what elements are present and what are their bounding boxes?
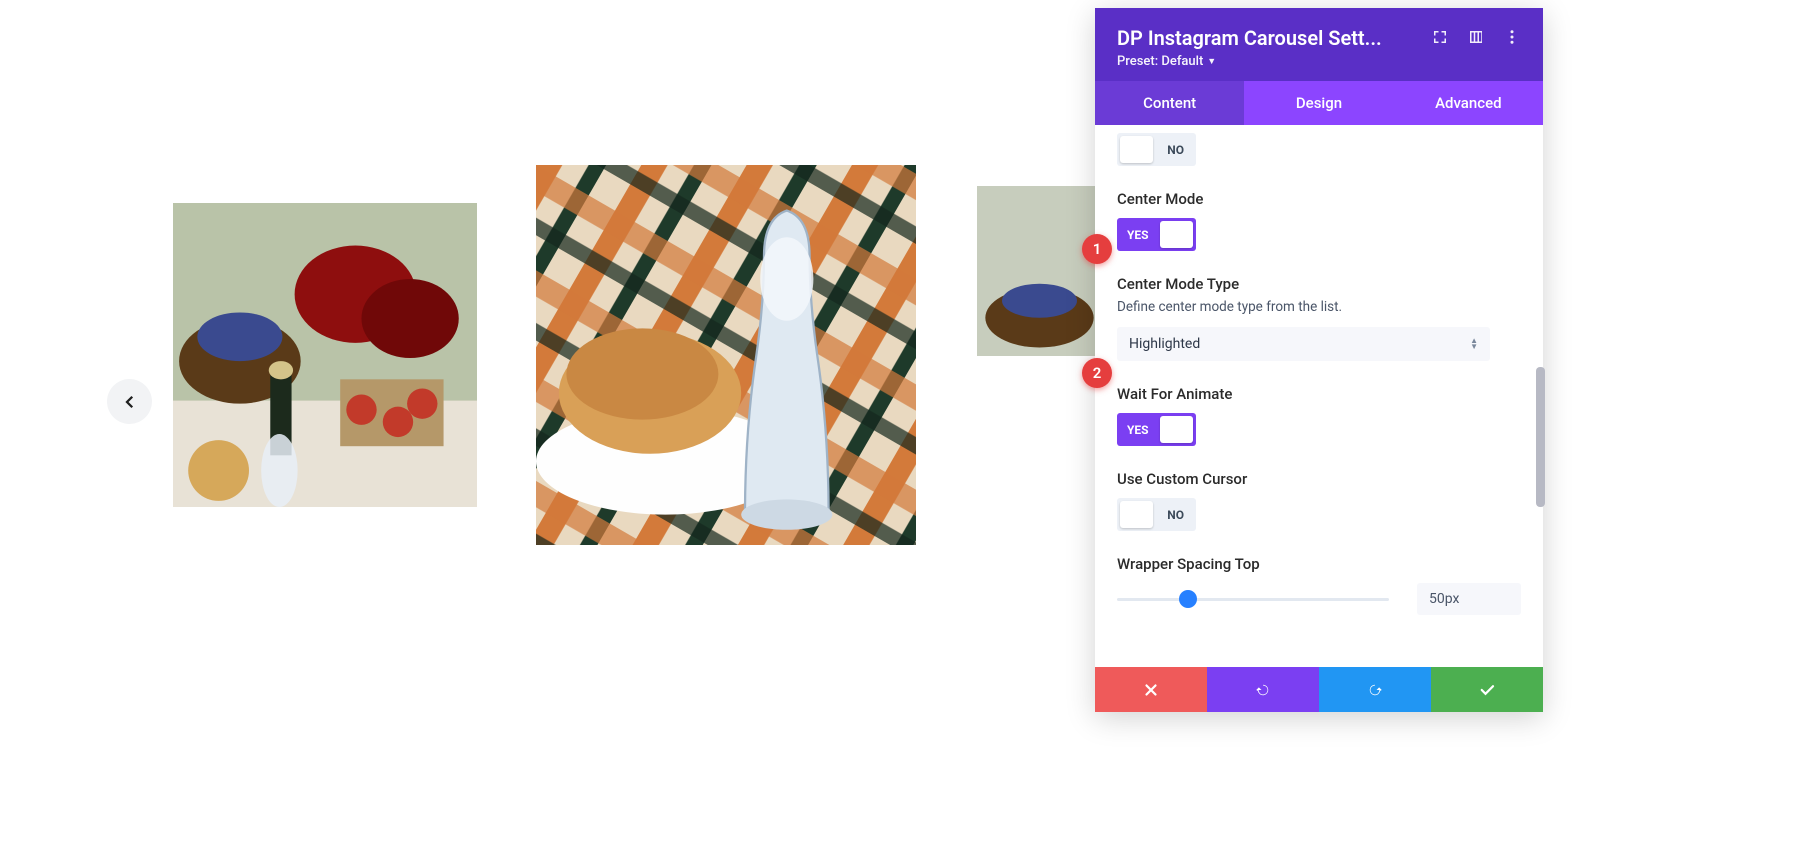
center-mode-type-help: Define center mode type from the list. [1117,299,1521,315]
undo-button[interactable] [1207,667,1319,712]
cancel-button[interactable] [1095,667,1207,712]
preset-dropdown[interactable]: Preset: Default ▼ [1117,54,1421,69]
chevron-left-icon [121,393,139,411]
carousel-prev-button[interactable] [107,379,152,424]
check-icon [1478,681,1496,699]
panel-header: DP Instagram Carousel Sett... Preset: De… [1095,8,1543,81]
expand-icon[interactable] [1431,28,1449,46]
preset-label: Preset: Default [1117,54,1203,69]
close-icon [1142,681,1160,699]
redo-button[interactable] [1319,667,1431,712]
caret-down-icon: ▼ [1207,56,1216,67]
panel-body: NO Center Mode YES Center Mode Type Defi… [1095,125,1543,667]
annotation-marker-2: 2 [1082,358,1112,388]
preview-area [0,0,1095,852]
picnic-image [173,203,477,507]
toggle-center-mode[interactable]: YES [1117,218,1196,251]
tab-bar: Content Design Advanced [1095,81,1543,125]
center-mode-type-label: Center Mode Type [1117,275,1521,293]
panel-title: DP Instagram Carousel Sett... [1117,26,1407,50]
carousel [0,165,1095,545]
tab-advanced[interactable]: Advanced [1394,81,1543,125]
toggle-label: NO [1167,508,1184,522]
center-mode-type-select[interactable]: Highlighted ▲▼ [1117,327,1490,361]
select-arrows-icon: ▲▼ [1470,338,1478,350]
apply-button[interactable] [1431,667,1543,712]
slider-thumb[interactable] [1179,590,1197,608]
toggle-wait-for-animate[interactable]: YES [1117,413,1196,446]
center-mode-label: Center Mode [1117,190,1521,208]
toggle-label: YES [1127,228,1149,242]
annotation-marker-1: 1 [1082,234,1112,264]
picnic-image [536,165,916,545]
select-value: Highlighted [1129,336,1200,352]
wrapper-spacing-top-value[interactable]: 50px [1417,583,1521,615]
redo-icon [1366,681,1384,699]
tab-content[interactable]: Content [1095,81,1244,125]
more-icon[interactable] [1503,28,1521,46]
use-custom-cursor-label: Use Custom Cursor [1117,470,1521,488]
tab-design[interactable]: Design [1244,81,1393,125]
toggle-previous[interactable]: NO [1117,133,1196,166]
columns-icon[interactable] [1467,28,1485,46]
panel-footer [1095,667,1543,712]
carousel-slide[interactable] [173,203,477,507]
carousel-slide-active[interactable] [536,165,916,545]
wrapper-spacing-top-label: Wrapper Spacing Top [1117,555,1521,573]
panel-scrollbar[interactable] [1535,137,1545,808]
wait-for-animate-label: Wait For Animate [1117,385,1521,403]
wrapper-spacing-top-slider[interactable] [1117,598,1389,601]
toggle-label: NO [1167,143,1184,157]
toggle-label: YES [1127,423,1149,437]
undo-icon [1254,681,1272,699]
settings-panel: DP Instagram Carousel Sett... Preset: De… [1095,8,1543,712]
toggle-use-custom-cursor[interactable]: NO [1117,498,1196,531]
